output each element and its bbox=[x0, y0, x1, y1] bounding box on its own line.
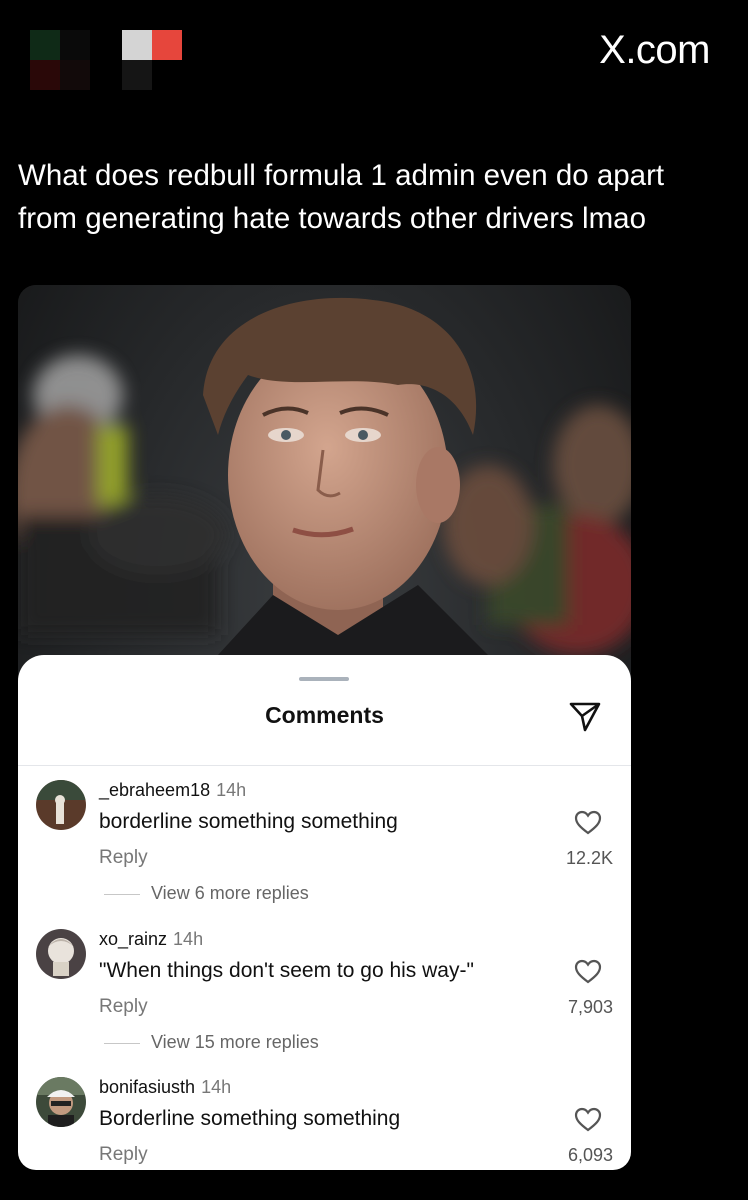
heart-icon[interactable] bbox=[574, 810, 602, 836]
sheet-divider bbox=[18, 765, 631, 766]
reply-button[interactable]: Reply bbox=[99, 847, 148, 869]
site-label: X.com bbox=[599, 28, 710, 72]
heart-icon[interactable] bbox=[574, 1107, 602, 1133]
comment-meta: _ebraheem18 14h bbox=[99, 780, 246, 801]
comment-text: "When things don't seem to go his way-" bbox=[99, 959, 474, 982]
view-more-replies[interactable]: View 6 more replies bbox=[151, 883, 309, 904]
reply-button[interactable]: Reply bbox=[99, 996, 148, 1018]
view-more-line bbox=[104, 894, 140, 895]
comment-time: 14h bbox=[201, 1077, 232, 1097]
comment-item: bonifasiusth 14h Borderline something som… bbox=[18, 1077, 631, 1170]
avatar[interactable] bbox=[36, 1077, 86, 1127]
comment-meta: bonifasiusth 14h bbox=[99, 1077, 231, 1098]
comment-username[interactable]: _ebraheem18 bbox=[99, 780, 210, 800]
like-count: 6,093 bbox=[567, 1145, 613, 1165]
heart-icon[interactable] bbox=[574, 959, 602, 985]
paper-plane-icon[interactable] bbox=[568, 699, 602, 733]
reply-button[interactable]: Reply bbox=[99, 1144, 148, 1166]
like-count: 12.2K bbox=[565, 848, 613, 868]
view-more-line bbox=[104, 1043, 140, 1044]
view-more-replies[interactable]: View 15 more replies bbox=[151, 1032, 319, 1053]
drag-handle[interactable] bbox=[299, 677, 349, 681]
comment-username[interactable]: xo_rainz bbox=[99, 929, 167, 949]
comment-item: _ebraheem18 14h borderline something some… bbox=[18, 780, 631, 940]
comment-text: borderline something something bbox=[99, 810, 398, 833]
tweet-media[interactable]: Comments _ebraheem18 14h borderline somet… bbox=[18, 285, 631, 1170]
comments-title: Comments bbox=[265, 702, 384, 728]
like-count: 7,903 bbox=[567, 997, 613, 1017]
comment-username[interactable]: bonifasiusth bbox=[99, 1077, 195, 1097]
comment-text: Borderline something something bbox=[99, 1107, 401, 1130]
avatar[interactable] bbox=[36, 929, 86, 979]
comment-item: xo_rainz 14h "When things don't seem to g… bbox=[18, 929, 631, 1089]
comment-time: 14h bbox=[173, 929, 204, 949]
tweet-text: What does redbull formula 1 admin even d… bbox=[18, 159, 665, 235]
comments-sheet: Comments _ebraheem18 14h borderline somet… bbox=[18, 655, 631, 1170]
comment-meta: xo_rainz 14h bbox=[99, 929, 203, 950]
comment-time: 14h bbox=[216, 780, 247, 800]
avatar[interactable] bbox=[36, 780, 86, 830]
